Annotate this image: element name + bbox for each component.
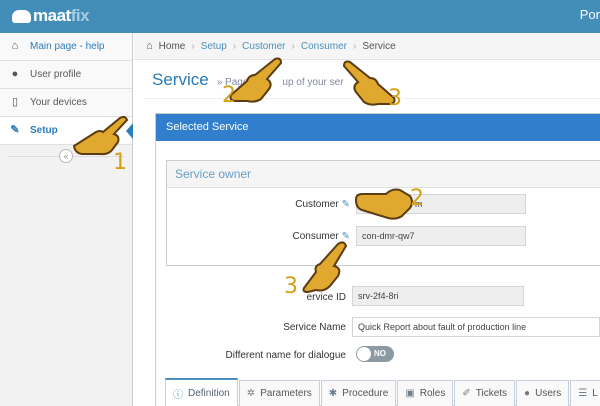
user-menu[interactable]: Por: [580, 7, 600, 22]
users-icon: ●: [524, 388, 531, 399]
page-subtitle-end: up of your ser: [282, 77, 344, 88]
customer-label: Customer ✎: [280, 199, 350, 210]
panel-title: Selected Service: [156, 114, 600, 141]
pencil-icon[interactable]: ✎: [342, 199, 350, 210]
breadcrumb-separator-icon: ›: [232, 40, 237, 52]
service-name-label: Service Name: [283, 322, 346, 333]
toggle-knob: [357, 347, 371, 361]
tab-label: Procedure: [342, 388, 389, 399]
sidebar-item-label: Setup: [30, 125, 58, 136]
tab-label: L: [592, 388, 598, 399]
tab-list[interactable]: ☰ L: [570, 380, 600, 406]
sidebar-item-label: User profile: [30, 69, 82, 80]
annotation-number: 2: [222, 83, 236, 108]
breadcrumb: ⌂ Home › Setup › Customer › Consumer › S…: [134, 33, 600, 60]
logo-suffix: fix: [70, 6, 90, 25]
annotation-number: 2: [410, 186, 424, 211]
service-tabs: ⓘ Definition ✲ Parameters ✱ Procedure ▣ Role…: [165, 378, 600, 406]
tab-users[interactable]: ● Users: [516, 380, 570, 406]
tab-roles[interactable]: ▣ Roles: [397, 380, 454, 406]
gear-icon: ✲: [246, 388, 256, 399]
app-logo[interactable]: maat fix: [12, 6, 90, 26]
annotation-number: 1: [113, 150, 127, 175]
pointing-hand-icon: [302, 241, 348, 294]
info-icon: ⓘ: [173, 390, 183, 401]
sidebar-item-main-page[interactable]: ⌂ Main page - help: [0, 33, 132, 61]
list-icon: ☰: [578, 388, 588, 399]
tab-label: Tickets: [475, 388, 508, 399]
tab-definition[interactable]: ⓘ Definition: [165, 378, 238, 406]
service-name-field[interactable]: Quick Report about fault of production l…: [352, 317, 600, 337]
annotation-number: 3: [284, 274, 298, 299]
selected-service-panel: Selected Service Service owner: [155, 113, 600, 406]
toggle-text: NO: [374, 349, 386, 358]
sidebar-item-label: Main page - help: [30, 41, 105, 52]
home-icon: ⌂: [146, 40, 153, 52]
gears-icon: ✱: [328, 388, 338, 399]
mobile-icon: ▯: [11, 96, 19, 108]
tab-label: Definition: [188, 388, 230, 399]
page-title: Service: [152, 70, 209, 89]
breadcrumb-setup[interactable]: Setup: [201, 41, 227, 52]
sidebar-item-user-profile[interactable]: ● User profile: [0, 61, 132, 89]
breadcrumb-home[interactable]: Home: [159, 41, 186, 52]
logo-name: maat: [33, 6, 71, 25]
wrench-icon: ✎: [10, 124, 20, 136]
tag-icon: ✐: [462, 388, 471, 399]
pointing-hand-icon: [354, 188, 413, 220]
breadcrumb-consumer[interactable]: Consumer: [301, 41, 347, 52]
breadcrumb-separator-icon: ›: [291, 40, 295, 52]
tab-label: Parameters: [260, 388, 312, 399]
tab-parameters[interactable]: ✲ Parameters: [238, 380, 320, 406]
dialogue-name-label: Different name for dialogue: [225, 350, 346, 361]
tab-procedure[interactable]: ✱ Procedure: [320, 380, 397, 406]
tab-label: Users: [535, 388, 562, 399]
breadcrumb-separator-icon: ›: [191, 40, 195, 52]
top-navbar: maat fix Por: [0, 0, 600, 33]
service-id-field[interactable]: srv-2f4-8ri: [352, 286, 524, 306]
breadcrumb-current: Service: [362, 40, 396, 52]
sidebar: ⌂ Main page - help ● User profile ▯ Your…: [0, 33, 133, 406]
breadcrumb-separator-icon: ›: [353, 40, 357, 52]
tab-label: Roles: [419, 388, 446, 399]
customer-label-text: Customer: [295, 199, 339, 210]
home-icon: ⌂: [11, 40, 19, 52]
briefcase-icon: ▣: [405, 388, 415, 399]
annotation-number: 3: [388, 86, 402, 111]
user-icon: ●: [11, 68, 19, 80]
sidebar-item-label: Your devices: [30, 97, 87, 108]
consumer-field[interactable]: con-dmr-qw7: [356, 226, 526, 246]
tab-tickets[interactable]: ✐ Tickets: [454, 380, 516, 406]
dialogue-name-toggle[interactable]: NO: [356, 346, 394, 362]
cloud-logo-icon: [12, 9, 31, 23]
breadcrumb-customer[interactable]: Customer: [242, 41, 285, 52]
